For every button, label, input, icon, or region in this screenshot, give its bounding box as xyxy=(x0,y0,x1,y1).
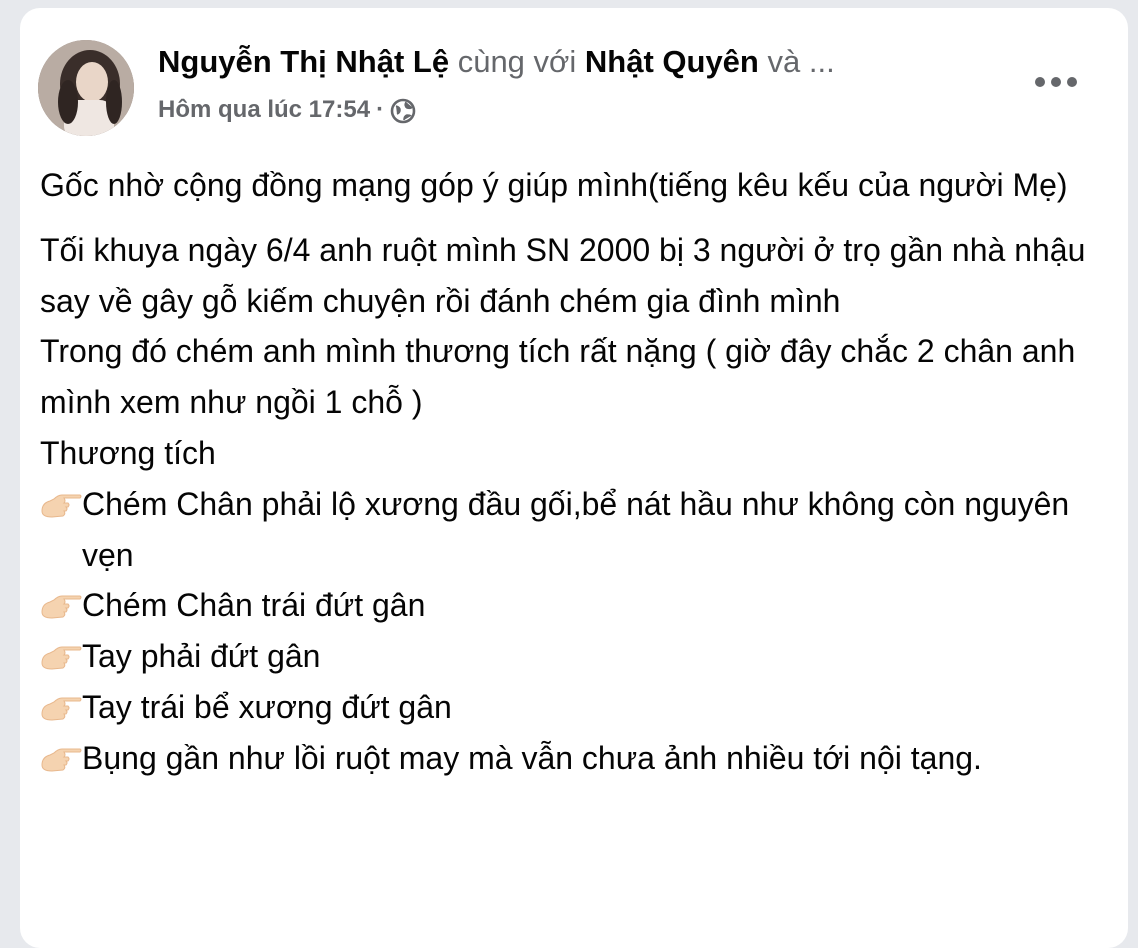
pointing-hand-icon xyxy=(40,692,82,728)
post-timestamp[interactable]: Hôm qua lúc 17:54 xyxy=(158,94,370,126)
and-more-link[interactable]: và ... xyxy=(767,44,834,79)
pointing-hand-icon xyxy=(40,590,82,626)
globe-icon[interactable] xyxy=(390,98,416,124)
post-meta: Hôm qua lúc 17:54 · xyxy=(158,94,416,126)
tagged-name[interactable]: Nhật Quyên xyxy=(585,44,759,79)
pointing-hand-icon xyxy=(40,489,82,525)
injury-item-5: Bụng gần như lồi ruột may mà vẫn chưa ản… xyxy=(40,733,1110,784)
post-paragraph-1: Gốc nhờ cộng đồng mạng góp ý giúp mình(t… xyxy=(40,167,1068,203)
more-options-icon xyxy=(1035,77,1077,87)
avatar[interactable] xyxy=(38,40,134,136)
more-options-button[interactable] xyxy=(1032,62,1080,102)
pointing-hand-icon xyxy=(40,743,82,779)
injury-item-3: Tay phải đứt gân xyxy=(40,631,1110,682)
pointing-hand-icon xyxy=(40,641,82,677)
injury-text-5: Bụng gần như lồi ruột may mà vẫn chưa ản… xyxy=(82,739,982,776)
author-name[interactable]: Nguyễn Thị Nhật Lệ xyxy=(158,44,449,79)
injury-item-4: Tay trái bể xương đứt gân xyxy=(40,682,1110,733)
injury-text-4: Tay trái bể xương đứt gân xyxy=(82,688,452,725)
injury-text-1: Chém Chân phải lộ xương đầu gối,bể nát h… xyxy=(82,485,1070,573)
meta-separator: · xyxy=(376,96,385,123)
with-text: cùng với xyxy=(457,44,577,79)
injury-text-3: Tay phải đứt gân xyxy=(82,638,321,675)
injury-item-1: Chém Chân phải lộ xương đầu gối,bể nát h… xyxy=(40,479,1110,581)
post-line-3: Thương tích xyxy=(40,434,216,471)
injury-item-2: Chém Chân trái đứt gân xyxy=(40,580,1110,631)
injury-text-2: Chém Chân trái đứt gân xyxy=(82,587,426,624)
post-body: Gốc nhờ cộng đồng mạng góp ý giúp mình(t… xyxy=(40,160,1110,784)
post-line-1: Tối khuya ngày 6/4 anh ruột mình SN 2000… xyxy=(40,231,1086,319)
post-header: Nguyễn Thị Nhật Lệ cùng với Nhật Quyên v… xyxy=(158,42,835,82)
post-line-2: Trong đó chém anh mình thương tích rất n… xyxy=(40,333,1076,421)
